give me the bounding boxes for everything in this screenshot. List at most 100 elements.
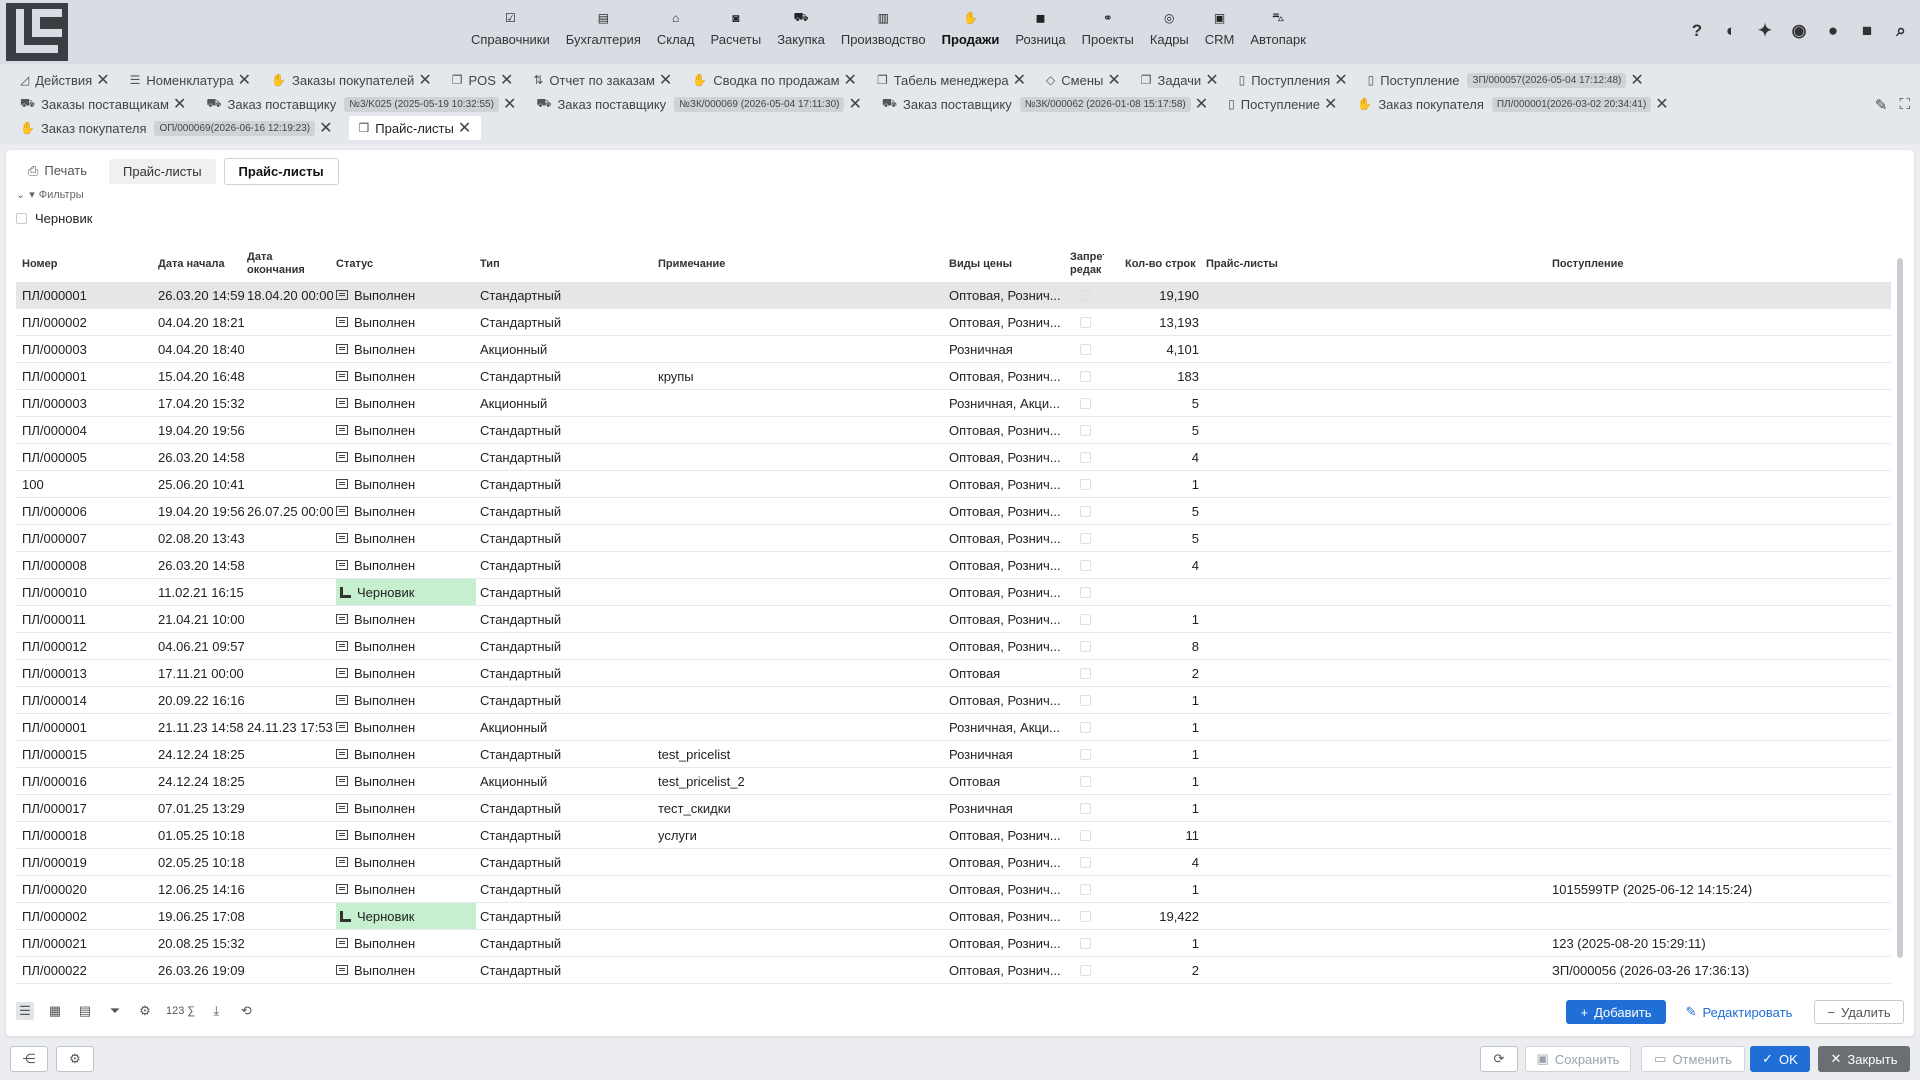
doc-tab[interactable]: ❐ Табель менеджера ✕ <box>877 70 1026 90</box>
doc-tab[interactable]: ▯ Поступление ЗП/000057(2026-05-04 17:12:… <box>1368 70 1644 90</box>
forbid-edit-checkbox[interactable] <box>1080 694 1091 706</box>
menu-item-11[interactable]: ⛍ Автопарк <box>1242 8 1314 47</box>
close-tab-icon[interactable]: ✕ <box>1195 94 1208 114</box>
contrast-icon[interactable]: ◐ <box>1720 20 1742 42</box>
forbid-edit-checkbox[interactable] <box>1080 343 1091 355</box>
forbid-edit-checkbox[interactable] <box>1080 478 1091 490</box>
table-row[interactable]: ПЛ/000020 12.06.25 14:16 Выполнен Стандартн… <box>16 876 1891 903</box>
forbid-edit-checkbox[interactable] <box>1080 775 1091 787</box>
pricelists-current-tab[interactable]: Прайс-листы <box>223 157 339 185</box>
share-button[interactable]: ⋲ <box>10 1046 48 1072</box>
table-row[interactable]: ПЛ/000002 19.06.25 17:08 Черновик Стандартн… <box>16 903 1891 930</box>
calendar-view-icon[interactable]: ▤ <box>76 1002 94 1020</box>
table-row[interactable]: ПЛ/000001 26.03.20 14:59 18.04.20 00:00 Вып… <box>16 282 1891 309</box>
forbid-edit-checkbox[interactable] <box>1080 883 1091 895</box>
doc-tab-active[interactable]: ❐ Прайс-листы ✕ <box>348 116 482 140</box>
menu-item-10[interactable]: ▣ CRM <box>1197 8 1243 47</box>
table-row[interactable]: ПЛ/000016 24.12.24 18:25 Выполнен Акционный… <box>16 768 1891 795</box>
sum-toggle[interactable]: 123 ∑ <box>166 1005 195 1017</box>
menu-item-6[interactable]: ✋ Продажи <box>934 8 1008 47</box>
doc-tab[interactable]: ✋ Заказы покупателей ✕ <box>271 70 432 90</box>
doc-tab[interactable]: ⛟ Заказ поставщику №3/K025 (2025-05-19 10… <box>206 94 516 114</box>
table-row[interactable]: ПЛ/000015 24.12.24 18:25 Выполнен Стандартн… <box>16 741 1891 768</box>
table-row[interactable]: ПЛ/000001 15.04.20 16:48 Выполнен Стандартн… <box>16 363 1891 390</box>
forbid-edit-checkbox[interactable] <box>1080 586 1091 598</box>
reload-button[interactable]: ⟳ <box>1480 1046 1518 1072</box>
table-row[interactable]: ПЛ/000019 02.05.25 10:18 Выполнен Стандартн… <box>16 849 1891 876</box>
eye-icon[interactable]: ◉ <box>1788 20 1810 42</box>
doc-tab[interactable]: ☰ Номенклатура ✕ <box>130 70 251 90</box>
table-row[interactable]: ПЛ/000008 26.03.20 14:58 Выполнен Стандартн… <box>16 552 1891 579</box>
app-logo[interactable] <box>6 3 68 61</box>
doc-tab[interactable]: ❐ POS ✕ <box>452 70 514 90</box>
doc-tab[interactable]: ❐ Задачи ✕ <box>1141 70 1219 90</box>
table-row[interactable]: ПЛ/000011 21.04.21 10:00 Выполнен Стандартн… <box>16 606 1891 633</box>
doc-tab[interactable]: ✋ Заказ покупателя ОП/000069(2026-06-16 1… <box>20 118 333 138</box>
close-button[interactable]: ✕ Закрыть <box>1818 1046 1910 1072</box>
close-tab-icon[interactable]: ✕ <box>458 118 471 138</box>
table-row[interactable]: ПЛ/000003 04.04.20 18:40 Выполнен Акционный… <box>16 336 1891 363</box>
close-tab-icon[interactable]: ✕ <box>500 70 513 90</box>
forbid-edit-checkbox[interactable] <box>1080 856 1091 868</box>
forbid-edit-checkbox[interactable] <box>1080 559 1091 571</box>
col-forbid[interactable]: Запрет редак <box>1070 246 1104 282</box>
table-row[interactable]: ПЛ/000022 26.03.26 19:09 Выполнен Стандартн… <box>16 957 1891 984</box>
close-tab-icon[interactable]: ✕ <box>1334 70 1347 90</box>
forbid-edit-checkbox[interactable] <box>1080 640 1091 652</box>
close-tab-icon[interactable]: ✕ <box>173 94 186 114</box>
forbid-edit-checkbox[interactable] <box>1080 532 1091 544</box>
forbid-edit-checkbox[interactable] <box>1080 721 1091 733</box>
list-view-icon[interactable]: ☰ <box>16 1002 34 1020</box>
scroll-thumb[interactable] <box>1897 258 1903 958</box>
table-row[interactable]: ПЛ/000007 02.08.20 13:43 Выполнен Стандартн… <box>16 525 1891 552</box>
close-tab-icon[interactable]: ✕ <box>1655 94 1668 114</box>
table-row[interactable]: ПЛ/000005 26.03.20 14:58 Выполнен Стандартн… <box>16 444 1891 471</box>
menu-item-4[interactable]: ⛟ Закупка <box>769 8 833 47</box>
pencil-icon[interactable]: ✎ <box>1875 96 1888 114</box>
forbid-edit-checkbox[interactable] <box>1080 451 1091 463</box>
table-row[interactable]: ПЛ/000012 04.06.21 09:57 Выполнен Стандартн… <box>16 633 1891 660</box>
forbid-edit-checkbox[interactable] <box>1080 748 1091 760</box>
forbid-edit-checkbox[interactable] <box>1080 397 1091 409</box>
close-tab-icon[interactable]: ✕ <box>848 94 861 114</box>
lock-icon[interactable]: ■ <box>1856 20 1878 42</box>
menu-item-7[interactable]: ◼ Розница <box>1007 8 1073 47</box>
menu-item-8[interactable]: ⚭ Проекты <box>1074 8 1142 47</box>
ok-button[interactable]: ✓ OK <box>1750 1046 1810 1072</box>
forbid-edit-checkbox[interactable] <box>1080 370 1091 382</box>
filters-toggle[interactable]: ⌄ ▾ Фильтры <box>16 188 84 202</box>
search-icon[interactable]: ⌕ <box>1890 20 1912 42</box>
close-tab-icon[interactable]: ✕ <box>1630 70 1643 90</box>
chat-icon[interactable]: ● <box>1822 20 1844 42</box>
close-tab-icon[interactable]: ✕ <box>1107 70 1120 90</box>
doc-tab[interactable]: ✋ Сводка по продажам ✕ <box>692 70 857 90</box>
draft-checkbox[interactable] <box>16 213 27 224</box>
download-icon[interactable]: ⤓ <box>207 1002 225 1020</box>
close-tab-icon[interactable]: ✕ <box>319 118 332 138</box>
doc-tab[interactable]: ⇅ Отчет по заказам ✕ <box>533 70 672 90</box>
edit-button[interactable]: ✎ Редактировать <box>1684 1000 1794 1024</box>
pin-icon[interactable]: ✦ <box>1754 20 1776 42</box>
delete-button[interactable]: − Удалить <box>1814 1000 1904 1024</box>
col-receipt[interactable]: Поступление <box>1552 246 1672 282</box>
menu-item-1[interactable]: ▤ Бухгалтерия <box>558 8 649 47</box>
menu-item-2[interactable]: ⌂ Склад <box>649 8 703 47</box>
col-end[interactable]: Дата окончания <box>247 246 317 282</box>
fullscreen-icon[interactable]: ⛶ <box>1899 96 1910 114</box>
forbid-edit-checkbox[interactable] <box>1080 505 1091 517</box>
table-row[interactable]: 100 25.06.20 10:41 Выполнен Стандартный Опто… <box>16 471 1891 498</box>
close-tab-icon[interactable]: ✕ <box>844 70 857 90</box>
add-button[interactable]: + Добавить <box>1566 1000 1666 1024</box>
settings-button[interactable]: ⚙ <box>56 1046 94 1072</box>
col-rows[interactable]: Кол-во строк <box>1125 246 1205 282</box>
doc-tab[interactable]: ⛟ Заказ поставщику №ЗК/000062 (2026-01-08… <box>882 94 1208 114</box>
table-row[interactable]: ПЛ/000013 17.11.21 00:00 Выполнен Стандартн… <box>16 660 1891 687</box>
forbid-edit-checkbox[interactable] <box>1080 910 1091 922</box>
table-row[interactable]: ПЛ/000006 19.04.20 19:56 26.07.25 00:00 Вып… <box>16 498 1891 525</box>
close-tab-icon[interactable]: ✕ <box>503 94 516 114</box>
cancel-button[interactable]: ▭ Отменить <box>1641 1046 1745 1072</box>
forbid-edit-checkbox[interactable] <box>1080 613 1091 625</box>
menu-item-9[interactable]: ◎ Кадры <box>1142 8 1197 47</box>
forbid-edit-checkbox[interactable] <box>1080 937 1091 949</box>
table-row[interactable]: ПЛ/000017 07.01.25 13:29 Выполнен Стандартн… <box>16 795 1891 822</box>
